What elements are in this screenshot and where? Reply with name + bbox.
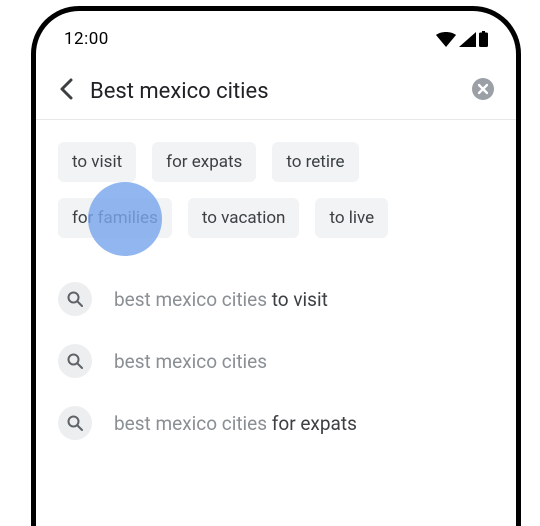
suggestion-list: best mexico cities to visit best mexico … xyxy=(36,262,516,454)
refinement-chips: to visit for expats to retire for famili… xyxy=(36,120,516,262)
chip-for-families[interactable]: for families xyxy=(58,198,172,238)
chip-to-visit[interactable]: to visit xyxy=(58,142,136,182)
clock: 12:00 xyxy=(64,29,109,49)
battery-icon xyxy=(479,31,488,47)
chip-to-retire[interactable]: to retire xyxy=(272,142,358,182)
chip-to-live[interactable]: to live xyxy=(315,198,388,238)
chip-row-1: to visit for expats to retire xyxy=(58,142,494,182)
cell-signal-icon xyxy=(459,32,476,47)
wifi-icon xyxy=(436,32,456,47)
back-icon[interactable] xyxy=(58,77,76,105)
search-input[interactable]: Best mexico cities xyxy=(90,79,458,104)
search-icon xyxy=(58,344,92,378)
status-icons xyxy=(436,31,488,47)
suggestion-text: best mexico cities xyxy=(114,350,267,373)
suggestion-text: best mexico cities to visit xyxy=(114,288,328,311)
search-bar: Best mexico cities xyxy=(36,59,516,119)
chip-row-2: for families to vacation to live xyxy=(58,198,494,238)
suggestion-item[interactable]: best mexico cities to visit xyxy=(58,268,494,330)
suggestion-item[interactable]: best mexico cities xyxy=(58,330,494,392)
chip-for-expats[interactable]: for expats xyxy=(152,142,256,182)
chip-to-vacation[interactable]: to vacation xyxy=(188,198,300,238)
suggestion-text: best mexico cities for expats xyxy=(114,412,357,435)
status-bar: 12:00 xyxy=(36,11,516,59)
suggestion-item[interactable]: best mexico cities for expats xyxy=(58,392,494,454)
clear-icon[interactable] xyxy=(472,78,494,104)
search-icon xyxy=(58,406,92,440)
phone-frame: 12:00 Best mexico cities to visit for ex… xyxy=(31,6,521,526)
search-icon xyxy=(58,282,92,316)
